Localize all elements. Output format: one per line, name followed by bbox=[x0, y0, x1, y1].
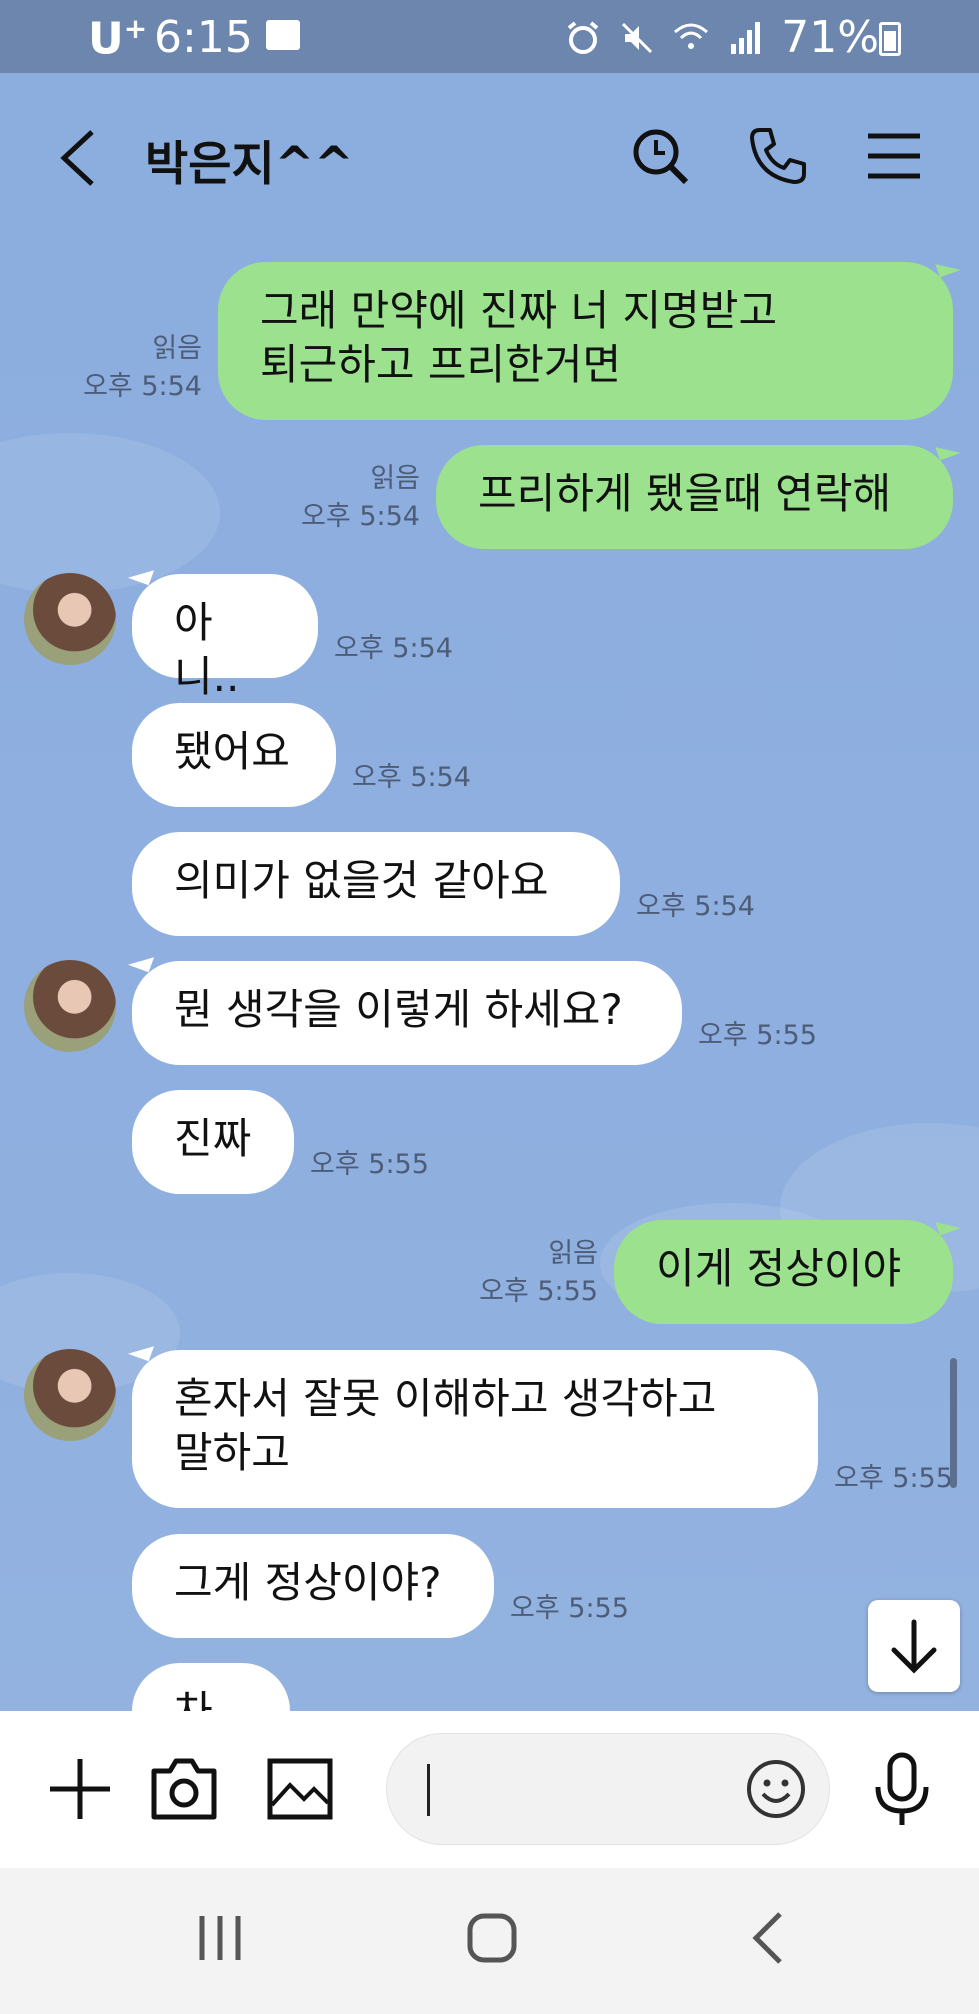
message-input[interactable] bbox=[386, 1733, 830, 1845]
carrier-label: U+ bbox=[88, 12, 148, 65]
incoming-message[interactable]: 혼자서 잘못 이해하고 생각하고 말하고 bbox=[132, 1350, 818, 1508]
read-receipt: 읽음 bbox=[152, 333, 202, 364]
text-caret bbox=[427, 1764, 430, 1816]
avatar[interactable] bbox=[24, 573, 116, 665]
message-line: 혼자서 잘못 이해하고 생각하고 bbox=[174, 1374, 717, 1423]
outgoing-message[interactable]: 프리하게 됐을때 연락해 bbox=[436, 445, 953, 549]
camera-icon[interactable] bbox=[148, 1751, 220, 1827]
status-time: 6:15 bbox=[154, 12, 253, 63]
wifi-icon bbox=[674, 23, 709, 49]
message-time: 오후 5:54 bbox=[636, 891, 755, 922]
battery-icon bbox=[879, 22, 901, 56]
incoming-message[interactable]: 아니.. bbox=[132, 574, 318, 701]
scrollbar-thumb[interactable] bbox=[950, 1358, 957, 1488]
avatar[interactable] bbox=[24, 960, 116, 1052]
incoming-message[interactable]: 진짜 bbox=[132, 1090, 294, 1194]
incoming-message[interactable]: 뭔 생각을 이렇게 하세요? bbox=[132, 961, 682, 1065]
incoming-message[interactable]: 됐어요 bbox=[132, 703, 336, 807]
system-nav-bar bbox=[0, 1868, 979, 2014]
emoji-icon[interactable] bbox=[745, 1758, 807, 1820]
alarm-icon bbox=[567, 20, 599, 54]
read-receipt: 읽음 bbox=[370, 463, 420, 494]
search-icon[interactable] bbox=[628, 124, 692, 188]
message-line: 그래 만약에 진짜 너 지명받고 bbox=[260, 286, 778, 335]
message-line: 그게 정상이야? bbox=[174, 1558, 442, 1607]
message-meta: 읽음 오후 5:54 bbox=[280, 460, 420, 536]
message-line: 됐어요 bbox=[174, 727, 290, 776]
chat-title: 박은지^^ bbox=[145, 137, 354, 192]
gallery-notification-icon bbox=[266, 20, 300, 50]
incoming-message[interactable]: 의미가 없을것 같아요 bbox=[132, 832, 620, 936]
battery-percent: 71% bbox=[781, 12, 879, 63]
read-receipt: 읽음 bbox=[548, 1238, 598, 1269]
home-icon[interactable] bbox=[462, 1908, 522, 1968]
message-line: 진짜 bbox=[174, 1114, 252, 1163]
back-nav-icon[interactable] bbox=[740, 1908, 800, 1968]
message-line: 퇴근하고 프리한거면 bbox=[260, 340, 622, 389]
recent-apps-icon[interactable] bbox=[190, 1908, 250, 1968]
message-clip: 차 bbox=[132, 1663, 290, 1711]
message-time: 오후 5:54 bbox=[334, 633, 453, 664]
phone-icon[interactable] bbox=[746, 124, 810, 188]
message-line: 프리하게 됐을때 연락해 bbox=[478, 469, 892, 518]
message-line: 이게 정상이야 bbox=[656, 1244, 902, 1293]
message-time: 오후 5:55 bbox=[479, 1276, 598, 1307]
message-time: 오후 5:55 bbox=[698, 1020, 817, 1051]
status-bar: U+ 6:15 71% bbox=[0, 0, 979, 73]
message-line: 아니.. bbox=[174, 598, 240, 701]
microphone-icon[interactable] bbox=[866, 1751, 938, 1827]
chevron-left-icon[interactable] bbox=[56, 128, 100, 188]
message-line: 차 bbox=[174, 1685, 248, 1711]
signal-icon bbox=[731, 21, 761, 54]
scroll-to-bottom-button[interactable] bbox=[868, 1600, 960, 1692]
message-time: 오후 5:54 bbox=[301, 501, 420, 532]
message-line: 의미가 없을것 같아요 bbox=[174, 856, 549, 905]
message-time: 오후 5:54 bbox=[352, 762, 471, 793]
message-line: 말하고 bbox=[174, 1428, 290, 1477]
image-icon[interactable] bbox=[264, 1751, 336, 1827]
message-meta: 읽음 오후 5:55 bbox=[458, 1235, 598, 1311]
incoming-message[interactable]: 차 bbox=[132, 1663, 290, 1711]
menu-icon[interactable] bbox=[862, 124, 926, 188]
message-meta: 읽음 오후 5:54 bbox=[60, 330, 202, 406]
message-time: 오후 5:55 bbox=[834, 1463, 953, 1494]
outgoing-message[interactable]: 그래 만약에 진짜 너 지명받고 퇴근하고 프리한거면 bbox=[218, 262, 953, 420]
outgoing-message[interactable]: 이게 정상이야 bbox=[614, 1220, 953, 1324]
message-time: 오후 5:55 bbox=[510, 1593, 629, 1624]
message-time: 오후 5:54 bbox=[83, 371, 202, 402]
avatar[interactable] bbox=[24, 1349, 116, 1441]
message-time: 오후 5:55 bbox=[310, 1149, 429, 1180]
message-line: 뭔 생각을 이렇게 하세요? bbox=[174, 985, 623, 1034]
mute-icon bbox=[622, 22, 653, 53]
status-right-group: 71% bbox=[565, 12, 919, 63]
plus-icon[interactable] bbox=[44, 1751, 116, 1827]
incoming-message[interactable]: 그게 정상이야? bbox=[132, 1534, 494, 1638]
arrow-down-icon bbox=[891, 1619, 937, 1674]
message-input-bar bbox=[0, 1711, 979, 1868]
